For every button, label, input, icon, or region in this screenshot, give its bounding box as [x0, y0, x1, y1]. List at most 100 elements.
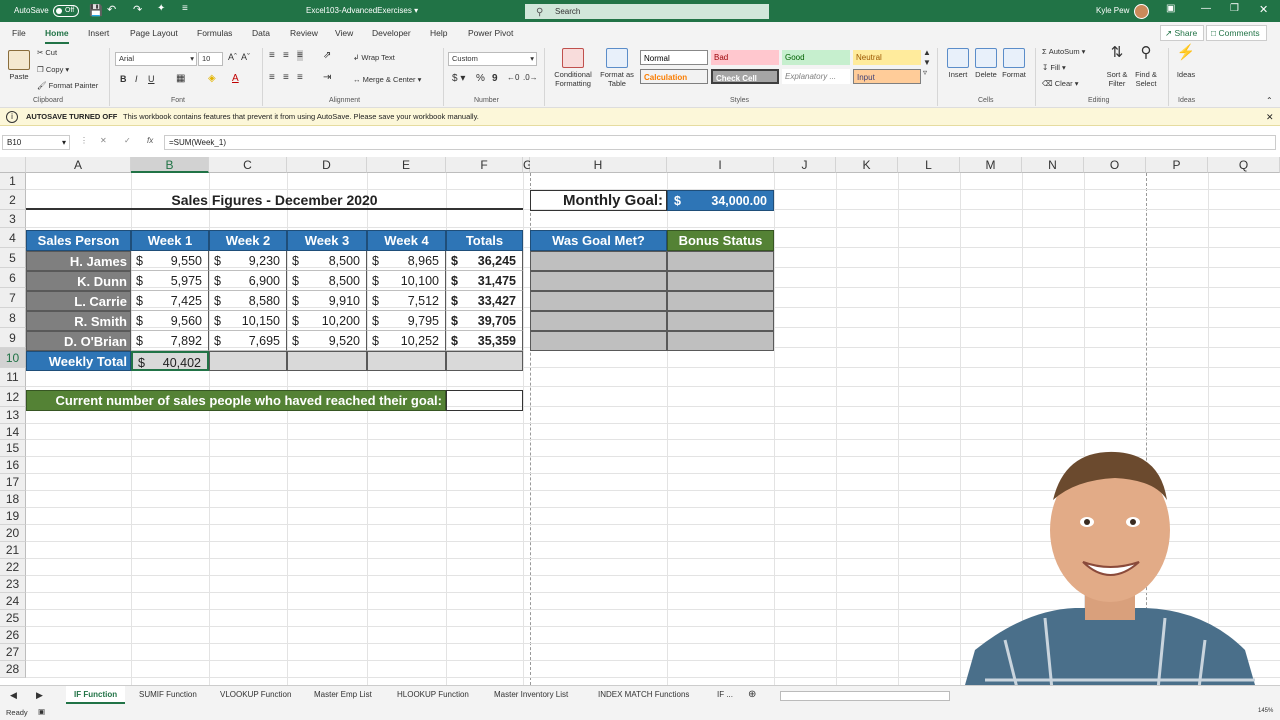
- row-header[interactable]: 19: [0, 508, 26, 525]
- total-cell[interactable]: $36,245: [446, 251, 523, 271]
- row-header[interactable]: 1: [0, 173, 26, 190]
- row-header[interactable]: 11: [0, 368, 26, 387]
- sheet-tab-master-emp[interactable]: Master Emp List: [314, 690, 372, 699]
- style-explanatory[interactable]: Explanatory ...: [782, 69, 850, 84]
- user-name[interactable]: Kyle Pew: [1096, 6, 1129, 15]
- bonus-status-cell[interactable]: [667, 271, 774, 291]
- header-bonus-status[interactable]: Bonus Status: [667, 230, 774, 251]
- find-select-button[interactable]: ⚲ Find & Select: [1130, 45, 1162, 88]
- cancel-formula-icon[interactable]: ✕: [100, 136, 107, 145]
- header-goal-met[interactable]: Was Goal Met?: [530, 230, 667, 251]
- redo-icon[interactable]: ↷: [133, 3, 142, 16]
- insert-function-icon[interactable]: fx: [147, 136, 153, 145]
- week-value-cell[interactable]: $8,500: [287, 251, 367, 271]
- header-week-2[interactable]: Week 2: [209, 230, 287, 251]
- tab-home[interactable]: Home: [45, 28, 69, 44]
- row-header[interactable]: 25: [0, 610, 26, 627]
- fill-button[interactable]: ↧ Fill ▾: [1042, 63, 1066, 72]
- row-header[interactable]: 7: [0, 288, 26, 308]
- style-neutral[interactable]: Neutral: [853, 50, 921, 65]
- close-info-icon[interactable]: ✕: [1266, 108, 1274, 126]
- tab-developer[interactable]: Developer: [372, 28, 411, 38]
- column-header[interactable]: P: [1146, 157, 1208, 173]
- style-input[interactable]: Input: [853, 69, 921, 84]
- week-value-cell[interactable]: $5,975: [131, 271, 209, 291]
- row-header[interactable]: 2: [0, 190, 26, 210]
- total-cell[interactable]: $39,705: [446, 311, 523, 331]
- tab-page-layout[interactable]: Page Layout: [130, 28, 178, 38]
- file-name[interactable]: Excel103-AdvancedExercises ▾: [306, 6, 418, 15]
- copy-button[interactable]: ❐ Copy ▾: [37, 65, 69, 74]
- paste-button[interactable]: Paste: [6, 50, 32, 81]
- bonus-status-cell[interactable]: [667, 311, 774, 331]
- row-header[interactable]: 23: [0, 576, 26, 593]
- row-header[interactable]: 3: [0, 210, 26, 228]
- sort-filter-button[interactable]: ⇅ Sort & Filter: [1102, 45, 1132, 88]
- week-value-cell[interactable]: $10,150: [209, 311, 287, 331]
- header-sales-person[interactable]: Sales Person: [26, 230, 131, 251]
- goal-met-cell[interactable]: [530, 271, 667, 291]
- horizontal-scrollbar[interactable]: [780, 691, 950, 701]
- search-box[interactable]: ⚲ Search: [525, 4, 769, 19]
- formula-input[interactable]: =SUM(Week_1): [164, 135, 1276, 150]
- row-header[interactable]: 18: [0, 491, 26, 508]
- column-header[interactable]: H: [530, 157, 667, 173]
- row-header[interactable]: 27: [0, 644, 26, 661]
- bonus-status-cell[interactable]: [667, 291, 774, 311]
- tab-power-pivot[interactable]: Power Pivot: [468, 28, 513, 38]
- italic-icon[interactable]: I: [135, 74, 138, 84]
- week-value-cell[interactable]: $8,580: [209, 291, 287, 311]
- align-middle-icon[interactable]: ≡: [283, 50, 289, 61]
- header-week-1[interactable]: Week 1: [131, 230, 209, 251]
- style-bad[interactable]: Bad: [711, 50, 779, 65]
- sheet-tab-if-function[interactable]: IF Function: [66, 686, 126, 704]
- row-header[interactable]: 17: [0, 474, 26, 491]
- comma-icon[interactable]: 9: [492, 73, 498, 84]
- column-header[interactable]: O: [1084, 157, 1146, 173]
- styles-scroll-icon[interactable]: ▲ ▼ ▿: [923, 48, 931, 78]
- week-value-cell[interactable]: $9,550: [131, 251, 209, 271]
- sheet-tab-sumif[interactable]: SUMIF Function: [139, 690, 197, 699]
- row-header[interactable]: 24: [0, 593, 26, 610]
- weekly-total-label[interactable]: Weekly Total: [26, 351, 131, 371]
- current-goal-label[interactable]: Current number of sales people who haved…: [26, 390, 446, 411]
- close-icon[interactable]: ✕: [1259, 3, 1268, 16]
- number-format-select[interactable]: Custom ▾: [448, 52, 537, 66]
- week-value-cell[interactable]: $9,560: [131, 311, 209, 331]
- quick-access-more-icon[interactable]: ≡: [182, 3, 188, 14]
- column-header[interactable]: E: [367, 157, 446, 173]
- tab-file[interactable]: File: [12, 28, 26, 38]
- row-header[interactable]: 9: [0, 328, 26, 348]
- column-header[interactable]: B: [131, 157, 209, 173]
- currency-icon[interactable]: $ ▾: [452, 73, 465, 84]
- comments-button[interactable]: □ Comments: [1206, 25, 1267, 41]
- header-week-4[interactable]: Week 4: [367, 230, 446, 251]
- sheet-tab-more[interactable]: IF ...: [717, 690, 733, 699]
- monthly-goal-value[interactable]: $34,000.00: [667, 190, 774, 211]
- align-right-icon[interactable]: ≡: [297, 72, 303, 83]
- tab-review[interactable]: Review: [290, 28, 318, 38]
- column-header[interactable]: F: [446, 157, 523, 173]
- style-normal[interactable]: Normal: [640, 50, 708, 65]
- tab-help[interactable]: Help: [430, 28, 447, 38]
- week-value-cell[interactable]: $10,100: [367, 271, 446, 291]
- font-size-select[interactable]: 10: [198, 52, 223, 66]
- increase-decimal-icon[interactable]: ←0: [507, 73, 519, 82]
- current-goal-value[interactable]: [446, 390, 523, 411]
- row-header[interactable]: 8: [0, 308, 26, 328]
- row-header[interactable]: 22: [0, 559, 26, 576]
- week-value-cell[interactable]: $8,965: [367, 251, 446, 271]
- undo-icon[interactable]: ↶: [107, 3, 116, 16]
- row-header[interactable]: 20: [0, 525, 26, 542]
- goal-met-cell[interactable]: [530, 251, 667, 271]
- bonus-status-cell[interactable]: [667, 331, 774, 351]
- weekly-total-totals[interactable]: [446, 351, 523, 371]
- style-good[interactable]: Good: [782, 50, 850, 65]
- format-as-table-button[interactable]: Format as Table: [598, 48, 636, 88]
- total-cell[interactable]: $31,475: [446, 271, 523, 291]
- goal-met-cell[interactable]: [530, 331, 667, 351]
- ideas-button[interactable]: ⚡ Ideas: [1172, 45, 1200, 79]
- column-header[interactable]: C: [209, 157, 287, 173]
- sales-person-name[interactable]: K. Dunn: [26, 271, 131, 291]
- decrease-font-icon[interactable]: Aˇ: [241, 52, 250, 62]
